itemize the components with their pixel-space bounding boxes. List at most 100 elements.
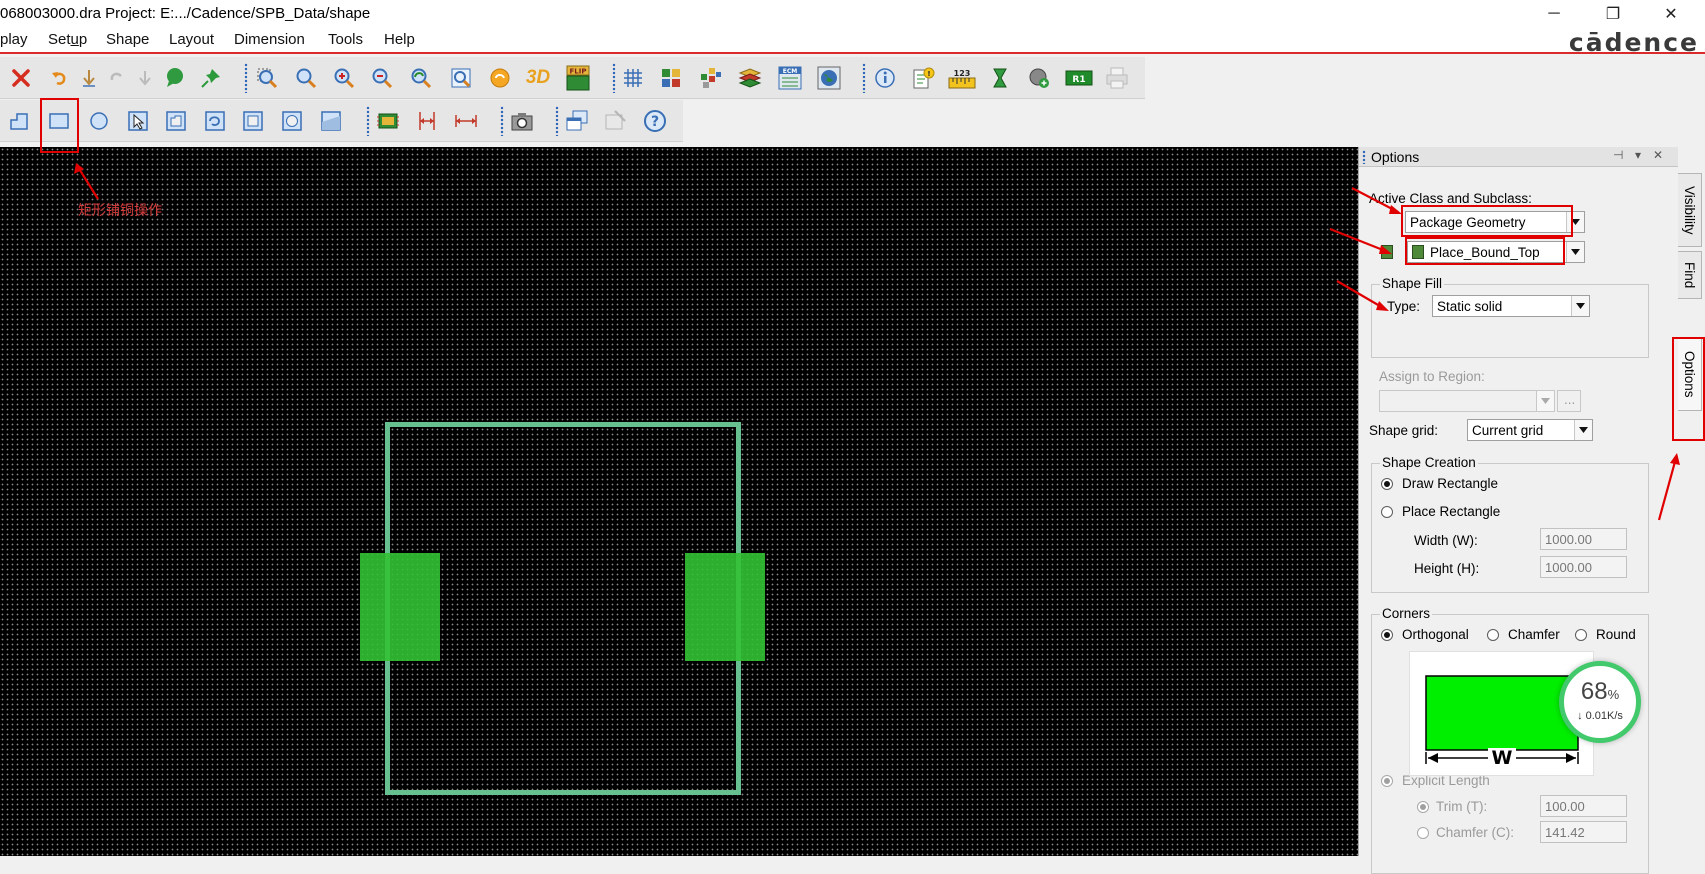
tab-find[interactable]: Find bbox=[1678, 251, 1702, 299]
menu-setup[interactable]: Setup bbox=[48, 31, 87, 48]
menu-layout[interactable]: Layout bbox=[169, 31, 214, 48]
chamfer-radio[interactable] bbox=[1487, 629, 1499, 641]
move-disabled-icon bbox=[605, 110, 626, 130]
trim-field[interactable]: 100.00 bbox=[1540, 795, 1627, 817]
round-radio[interactable] bbox=[1575, 629, 1587, 641]
dimension-button[interactable] bbox=[412, 106, 442, 136]
toolbar-grip[interactable] bbox=[612, 63, 616, 93]
menu-help[interactable]: Help bbox=[384, 31, 415, 48]
flip-view-button[interactable]: FLIP bbox=[563, 63, 593, 93]
select-shape-button[interactable] bbox=[123, 106, 153, 136]
menu-display[interactable]: play bbox=[0, 31, 28, 48]
place-rectangle-radio[interactable] bbox=[1381, 506, 1393, 518]
edit-boundary-button[interactable] bbox=[200, 106, 230, 136]
shadow-mode-button[interactable] bbox=[696, 63, 726, 93]
tab-options[interactable]: Options bbox=[1678, 337, 1702, 411]
zoom-fit-button[interactable] bbox=[291, 63, 321, 93]
svg-text:!: ! bbox=[927, 70, 930, 78]
shape-grid-dropdown[interactable]: Current grid bbox=[1467, 419, 1593, 441]
panel-menu-icon[interactable]: ▾ bbox=[1635, 148, 1641, 162]
draw-rectangle-radio[interactable] bbox=[1381, 478, 1393, 490]
print-button[interactable] bbox=[1102, 63, 1132, 93]
done-button[interactable] bbox=[130, 63, 160, 93]
world-view-button[interactable] bbox=[814, 63, 844, 93]
restore-button[interactable]: ❐ bbox=[1590, 0, 1636, 28]
zoom-out-button[interactable] bbox=[367, 63, 397, 93]
delete-void-button[interactable] bbox=[316, 106, 346, 136]
redo-button[interactable] bbox=[102, 63, 132, 93]
place-component-button[interactable] bbox=[373, 106, 403, 136]
menu-dimension[interactable]: Dimension bbox=[234, 31, 305, 48]
ruler-icon: 123 bbox=[948, 69, 976, 89]
zoom-in-button[interactable] bbox=[329, 63, 359, 93]
zoom-world-button[interactable] bbox=[446, 63, 476, 93]
help-button[interactable]: ? bbox=[640, 106, 670, 136]
grid-button[interactable] bbox=[618, 63, 648, 93]
measure-button[interactable]: 123 bbox=[947, 63, 977, 93]
class-dropdown[interactable]: Package Geometry bbox=[1405, 211, 1585, 233]
pin-panel-icon[interactable]: ⊣ bbox=[1613, 148, 1623, 162]
color-button[interactable] bbox=[656, 63, 686, 93]
toolbar-grip[interactable] bbox=[366, 106, 370, 136]
tab-visibility[interactable]: Visibility bbox=[1678, 173, 1702, 247]
subclass-color-swatch[interactable] bbox=[1381, 245, 1393, 259]
linear-dimension-button[interactable] bbox=[451, 106, 481, 136]
drc-update-button[interactable] bbox=[1024, 63, 1054, 93]
manual-void-button[interactable] bbox=[161, 106, 191, 136]
copy-button[interactable] bbox=[562, 106, 592, 136]
linear-dimension-icon bbox=[455, 115, 477, 127]
explicit-length-radio[interactable] bbox=[1381, 775, 1393, 787]
orthogonal-radio[interactable] bbox=[1381, 629, 1393, 641]
3d-view-button[interactable]: 3D bbox=[523, 63, 553, 93]
toolbar-grip[interactable] bbox=[500, 106, 504, 136]
shape-circle-button[interactable] bbox=[84, 106, 114, 136]
redraw-button[interactable] bbox=[485, 63, 515, 93]
assign-region-label: Assign to Region: bbox=[1379, 369, 1485, 384]
menu-tools[interactable]: Tools bbox=[328, 31, 363, 48]
pad-left[interactable] bbox=[360, 553, 440, 661]
height-field[interactable]: 1000.00 bbox=[1540, 556, 1627, 578]
layers-button[interactable] bbox=[735, 63, 765, 93]
void-rectangle-button[interactable] bbox=[238, 106, 268, 136]
ecm-button[interactable]: ECM bbox=[775, 63, 805, 93]
void-circle-button[interactable] bbox=[277, 106, 307, 136]
shape-fill-title: Shape Fill bbox=[1380, 276, 1445, 291]
shape-rectangle-button[interactable] bbox=[44, 106, 74, 136]
close-button[interactable]: ✕ bbox=[1648, 0, 1694, 28]
menu-shape[interactable]: Shape bbox=[106, 31, 149, 48]
width-field[interactable]: 1000.00 bbox=[1540, 528, 1627, 550]
undo-button[interactable] bbox=[44, 63, 74, 93]
report-button[interactable]: ! bbox=[908, 63, 938, 93]
toolbar-grip[interactable] bbox=[862, 63, 866, 93]
chevron-down-icon bbox=[1566, 212, 1584, 232]
pad-right[interactable] bbox=[685, 553, 765, 661]
assign-region-dropdown[interactable] bbox=[1379, 390, 1555, 412]
toolbar-grip[interactable] bbox=[244, 63, 248, 93]
r1-button[interactable]: R1 bbox=[1064, 63, 1094, 93]
minimize-button[interactable]: ─ bbox=[1531, 0, 1577, 28]
chamfer-length-radio[interactable] bbox=[1417, 827, 1429, 839]
show-element-button[interactable] bbox=[870, 63, 900, 93]
assign-region-browse-button[interactable]: ... bbox=[1557, 390, 1581, 412]
panel-grip[interactable] bbox=[1362, 150, 1366, 164]
toolbar-grip[interactable] bbox=[555, 106, 559, 136]
unpick-button[interactable] bbox=[74, 63, 104, 93]
pushpin-icon bbox=[201, 69, 220, 88]
timer-button[interactable] bbox=[985, 63, 1015, 93]
fill-type-dropdown[interactable]: Static solid bbox=[1432, 295, 1590, 317]
snapshot-button[interactable] bbox=[507, 106, 537, 136]
close-panel-icon[interactable]: ✕ bbox=[1653, 148, 1663, 162]
design-canvas[interactable]: 矩形铺铜操作 bbox=[0, 147, 1358, 856]
chamfer-length-field[interactable]: 141.42 bbox=[1540, 821, 1627, 843]
cancel-button[interactable] bbox=[6, 63, 36, 93]
network-speed-meter[interactable]: 68% ↓ 0.01K/s bbox=[1559, 661, 1641, 743]
zoom-points-button[interactable] bbox=[252, 63, 282, 93]
meter-percent-unit: % bbox=[1607, 687, 1620, 702]
pin-button[interactable] bbox=[196, 63, 226, 93]
shape-polygon-button[interactable] bbox=[4, 106, 34, 136]
comment-button[interactable] bbox=[160, 63, 190, 93]
move-button[interactable] bbox=[600, 106, 630, 136]
subclass-dropdown[interactable]: Place_Bound_Top bbox=[1407, 241, 1585, 263]
zoom-previous-button[interactable] bbox=[406, 63, 436, 93]
trim-radio[interactable] bbox=[1417, 801, 1429, 813]
